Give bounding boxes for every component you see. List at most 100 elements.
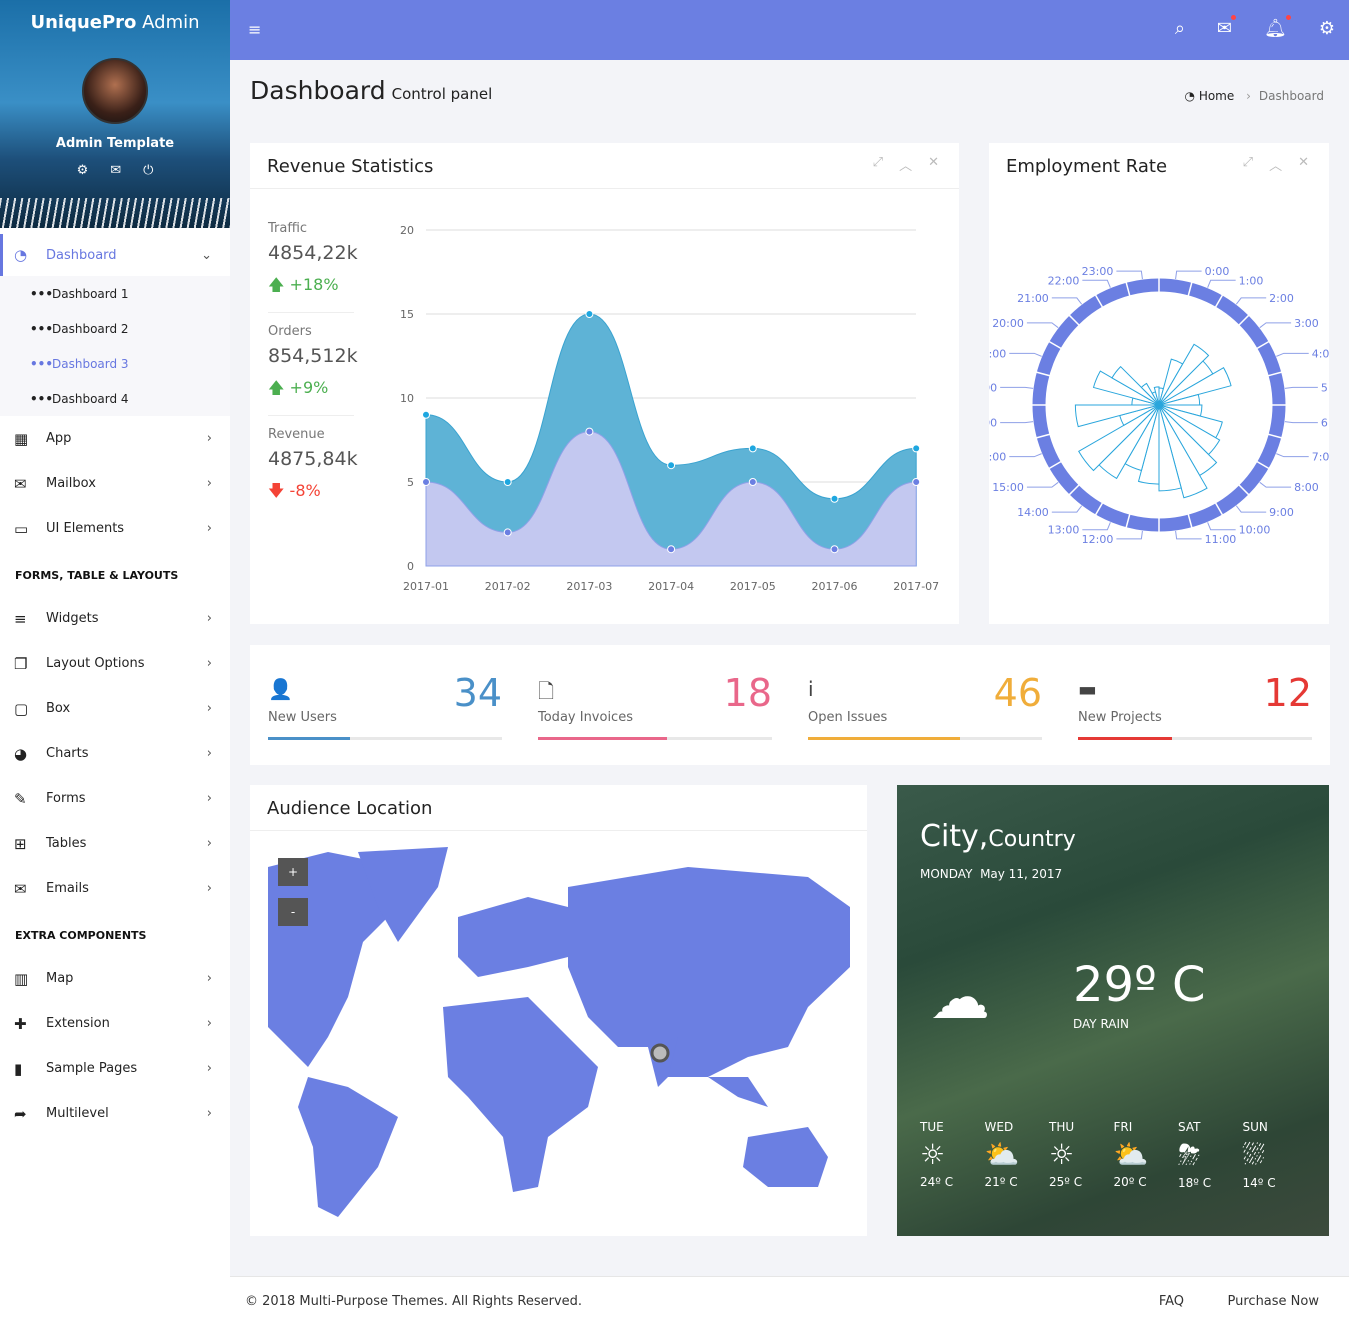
data-point (912, 478, 921, 486)
power-icon[interactable]: ⏻ (143, 163, 153, 178)
x-tick-label: 2017-07 (893, 580, 939, 593)
forecast-day: SAT ⛈ 18º C (1178, 1120, 1243, 1190)
hour-label: 16:00 (989, 451, 1006, 464)
world-map[interactable] (268, 847, 850, 1219)
page-title: Dashboard Control panel (250, 76, 493, 105)
progress-bar (268, 737, 502, 740)
hour-label: 9:00 (1269, 506, 1294, 519)
label-leader (1000, 386, 1034, 389)
weather-icon: ⛅ (1113, 1138, 1149, 1171)
sidebar-subitem[interactable]: ••• Dashboard 4 (0, 381, 230, 416)
label-leader (1259, 322, 1292, 329)
label-leader (1000, 421, 1034, 424)
zoom-out-button[interactable]: - (278, 898, 308, 926)
sidebar-header: UniquePro Admin Admin Template ⚙ ✉ ⏻ (0, 0, 230, 228)
sidebar-item-extension[interactable]: ✚ Extension › (0, 1001, 230, 1046)
search-icon[interactable]: ⌕ (1175, 18, 1185, 39)
arrow-up-icon: 🡅 (268, 275, 285, 294)
sidebar-item-box[interactable]: ▢ Box › (0, 686, 230, 731)
y-tick-label: 0 (407, 560, 414, 573)
sidebar-item-dashboard[interactable]: ◔ Dashboard ⌄ (0, 234, 230, 276)
hour-label: 12:00 (1082, 533, 1114, 546)
close-icon[interactable]: ✕ (928, 155, 939, 174)
sidebar-item-emails[interactable]: ✉ Emails › (0, 866, 230, 911)
gear-icon[interactable]: ⚙ (1319, 18, 1335, 39)
arrow-down-icon: 🡇 (268, 481, 285, 500)
label-leader (1051, 297, 1083, 305)
section-heading: FORMS, TABLE & LAYOUTS (15, 569, 179, 582)
label-leader (1116, 270, 1143, 280)
hour-label: 11:00 (1205, 533, 1237, 546)
sidebar-subitem[interactable]: ••• Dashboard 1 (0, 276, 230, 311)
label-leader (1284, 386, 1318, 389)
sidebar-item-label: Sample Pages (46, 1061, 138, 1076)
data-point (748, 478, 757, 486)
logo[interactable]: UniquePro Admin (0, 12, 230, 33)
sidebar-item-forms[interactable]: ✎ Forms › (0, 776, 230, 821)
mail-icon[interactable]: ✉ (1217, 15, 1236, 39)
breadcrumb: ◔ Home › Dashboard (1184, 89, 1324, 103)
faq-link[interactable]: FAQ (1159, 1294, 1184, 1309)
forecast-day: THU ☼ 25º C (1049, 1120, 1114, 1190)
sidebar-item-multilevel[interactable]: ➦ Multilevel › (0, 1091, 230, 1136)
clone-icon: ❐ (14, 654, 28, 673)
expand-icon[interactable]: ⤢ (873, 155, 883, 174)
file-icon: 🗋 (538, 679, 555, 703)
breadcrumb-home[interactable]: Home (1199, 89, 1234, 103)
hour-label: 18:00 (989, 381, 997, 394)
sidebar-item-mailbox[interactable]: ✉ Mailbox › (0, 461, 230, 506)
progress-bar (1078, 737, 1312, 740)
arrow-up-icon: 🡅 (268, 378, 285, 397)
bell-icon[interactable]: 🔔︎ (1264, 15, 1291, 39)
zoom-in-button[interactable]: + (278, 858, 308, 886)
chevron-right-icon: › (206, 656, 212, 671)
hour-label: 6:00 (1321, 417, 1329, 430)
stat-card-new-users: 👤 34 New Users (250, 645, 520, 765)
chevron-right-icon: › (206, 746, 212, 761)
purchase-link[interactable]: Purchase Now (1228, 1294, 1319, 1309)
employment-polar-chart: 0:00 1:00 2:003:00 4:00 5:00 6:00 7:00 8:009:00… (989, 265, 1329, 546)
hour-label: 10:00 (1239, 524, 1271, 537)
footer: © 2018 Multi-Purpose Themes. All Rights … (230, 1276, 1349, 1326)
sidebar-item-charts[interactable]: ◕ Charts › (0, 731, 230, 776)
hour-label: 14:00 (1017, 506, 1049, 519)
data-point (830, 494, 839, 503)
sidebar-item-tables[interactable]: ⊞ Tables › (0, 821, 230, 866)
sidebar-item-ui-elements[interactable]: ▭ UI Elements › (0, 506, 230, 551)
data-point (503, 478, 512, 486)
sidebar-item-sample-pages[interactable]: ▮ Sample Pages › (0, 1046, 230, 1091)
sidebar-item-widgets[interactable]: ≡ Widgets › (0, 596, 230, 641)
label-leader (1082, 522, 1111, 531)
forecast-day: TUE ☼ 24º C (920, 1120, 985, 1190)
label-leader (1116, 530, 1143, 540)
sidebar-item-label: Multilevel (46, 1106, 109, 1121)
hour-label: 20:00 (992, 317, 1024, 330)
chevron-right-icon: › (206, 1061, 212, 1076)
info-icon: i (808, 677, 814, 701)
envelope-icon[interactable]: ✉ (110, 163, 121, 178)
x-tick-label: 2017-01 (403, 580, 449, 593)
collapse-icon[interactable]: ︿ (899, 155, 912, 174)
x-tick-label: 2017-04 (648, 580, 694, 593)
x-tick-label: 2017-03 (566, 580, 612, 593)
hour-label: 5:00 (1321, 381, 1329, 394)
settings-icon[interactable]: ⚙ (77, 163, 89, 178)
hour-label: 8:00 (1294, 481, 1319, 494)
dots-icon: ••• (30, 286, 54, 301)
avatar[interactable] (82, 58, 148, 124)
chevron-right-icon: › (206, 521, 212, 536)
sidebar-item-layout-options[interactable]: ❐ Layout Options › (0, 641, 230, 686)
map-marker[interactable] (650, 1043, 670, 1063)
forecast-day: FRI ⛅ 20º C (1114, 1120, 1179, 1190)
sidebar-item-app[interactable]: ▦ App › (0, 416, 230, 461)
menu-toggle-icon[interactable]: ≡ (248, 20, 261, 39)
sidebar-subitem[interactable]: ••• Dashboard 3 (0, 346, 230, 381)
hour-label: 23:00 (1082, 265, 1114, 278)
sidebar-item-map[interactable]: ▥ Map › (0, 956, 230, 1001)
chevron-right-icon: › (206, 836, 212, 851)
weather-date: MONDAY May 11, 2017 (920, 867, 1063, 881)
box-title: Audience Location (250, 785, 867, 831)
sidebar-item-label: Tables (46, 836, 87, 851)
weather-location: City,Country (920, 819, 1076, 854)
sidebar-subitem[interactable]: ••• Dashboard 2 (0, 311, 230, 346)
